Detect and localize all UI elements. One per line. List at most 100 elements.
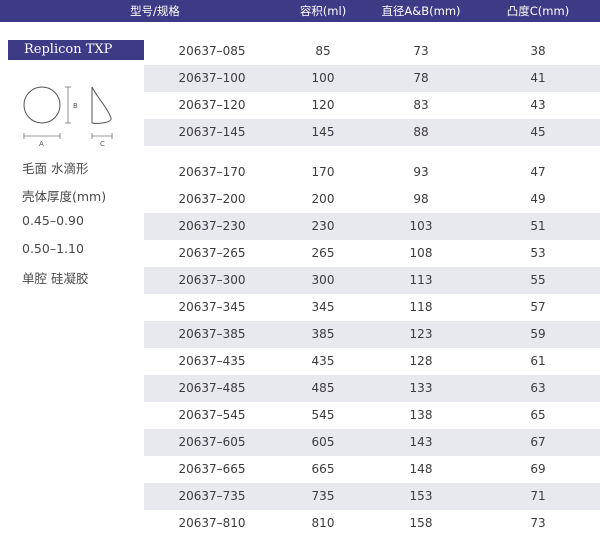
spec-lumen-filler: 单腔 硅凝胶 bbox=[22, 271, 89, 286]
cell-volume: 545 bbox=[311, 408, 335, 422]
table-row: 20637–810 810 158 73 bbox=[144, 510, 600, 537]
cell-model: 20637–735 bbox=[178, 489, 246, 503]
table-row: 20637–485 485 133 63 bbox=[144, 375, 600, 402]
cell-diameter: 78 bbox=[413, 71, 429, 85]
cell-projection: 49 bbox=[530, 192, 546, 206]
svg-text:A: A bbox=[39, 140, 44, 148]
cell-volume: 265 bbox=[311, 246, 335, 260]
cell-diameter: 128 bbox=[409, 354, 433, 368]
cell-volume: 605 bbox=[311, 435, 335, 449]
table-row: 20637–265 265 108 53 bbox=[144, 240, 600, 267]
cell-projection: 41 bbox=[530, 71, 546, 85]
table-row: 20637–085 85 73 38 bbox=[144, 38, 600, 65]
table-row: 20637–385 385 123 59 bbox=[144, 321, 600, 348]
spec-thickness-range-2: 0.50–1.10 bbox=[22, 241, 84, 256]
cell-volume: 300 bbox=[311, 273, 335, 287]
cell-model: 20637–545 bbox=[178, 408, 246, 422]
implant-dimension-diagram: B A C bbox=[23, 86, 113, 148]
cell-diameter: 138 bbox=[409, 408, 433, 422]
cell-diameter: 148 bbox=[409, 462, 433, 476]
cell-volume: 345 bbox=[311, 300, 335, 314]
cell-projection: 65 bbox=[530, 408, 546, 422]
cell-diameter: 93 bbox=[413, 165, 429, 179]
cell-diameter: 158 bbox=[409, 516, 433, 530]
table-row: 20637–300 300 113 55 bbox=[144, 267, 600, 294]
cell-volume: 230 bbox=[311, 219, 335, 233]
cell-projection: 55 bbox=[530, 273, 546, 287]
cell-diameter: 108 bbox=[409, 246, 433, 260]
table-row: 20637–735 735 153 71 bbox=[144, 483, 600, 510]
spec-surface-shape: 毛面 水滴形 bbox=[22, 161, 89, 176]
cell-model: 20637–345 bbox=[178, 300, 246, 314]
cell-projection: 73 bbox=[530, 516, 546, 530]
cell-model: 20637–435 bbox=[178, 354, 246, 368]
cell-projection: 53 bbox=[530, 246, 546, 260]
cell-volume: 170 bbox=[311, 165, 335, 179]
cell-projection: 69 bbox=[530, 462, 546, 476]
cell-volume: 120 bbox=[311, 98, 335, 112]
cell-model: 20637–300 bbox=[178, 273, 246, 287]
table-row: 20637–230 230 103 51 bbox=[144, 213, 600, 240]
header-model: 型号/规格 bbox=[130, 4, 180, 18]
table-row: 20637–545 545 138 65 bbox=[144, 402, 600, 429]
svg-text:C: C bbox=[100, 140, 105, 148]
svg-text:B: B bbox=[73, 102, 78, 110]
cell-projection: 51 bbox=[530, 219, 546, 233]
table-row: 20637–435 435 128 61 bbox=[144, 348, 600, 375]
cell-projection: 61 bbox=[530, 354, 546, 368]
product-title: Replicon TXP bbox=[8, 40, 144, 60]
table-row: 20637–605 605 143 67 bbox=[144, 429, 600, 456]
cell-projection: 57 bbox=[530, 300, 546, 314]
cell-model: 20637–100 bbox=[178, 71, 246, 85]
cell-volume: 145 bbox=[311, 125, 335, 139]
cell-model: 20637–385 bbox=[178, 327, 246, 341]
cell-projection: 67 bbox=[530, 435, 546, 449]
cell-diameter: 133 bbox=[409, 381, 433, 395]
cell-model: 20637–485 bbox=[178, 381, 246, 395]
cell-model: 20637–605 bbox=[178, 435, 246, 449]
table-row: 20637–665 665 148 69 bbox=[144, 456, 600, 483]
cell-volume: 435 bbox=[311, 354, 335, 368]
cell-volume: 735 bbox=[311, 489, 335, 503]
cell-diameter: 103 bbox=[409, 219, 433, 233]
cell-diameter: 88 bbox=[413, 125, 429, 139]
cell-model: 20637–810 bbox=[178, 516, 246, 530]
spec-shell-thickness-label: 壳体厚度(mm) bbox=[22, 189, 107, 204]
cell-volume: 385 bbox=[311, 327, 335, 341]
cell-diameter: 73 bbox=[413, 44, 429, 58]
cell-volume: 200 bbox=[311, 192, 335, 206]
cell-diameter: 123 bbox=[409, 327, 433, 341]
cell-model: 20637–230 bbox=[178, 219, 246, 233]
table-header: 型号/规格 容积(ml) 直径A&B(mm) 凸度C(mm) bbox=[0, 0, 600, 22]
cell-diameter: 113 bbox=[409, 273, 433, 287]
table-row: 20637–145 145 88 45 bbox=[144, 119, 600, 146]
cell-projection: 59 bbox=[530, 327, 546, 341]
table-row: 20637–100 100 78 41 bbox=[144, 65, 600, 92]
cell-projection: 43 bbox=[530, 98, 546, 112]
cell-volume: 485 bbox=[311, 381, 335, 395]
cell-volume: 85 bbox=[315, 44, 331, 58]
cell-model: 20637–265 bbox=[178, 246, 246, 260]
cell-diameter: 98 bbox=[413, 192, 429, 206]
cell-projection: 47 bbox=[530, 165, 546, 179]
cell-diameter: 118 bbox=[409, 300, 433, 314]
cell-projection: 63 bbox=[530, 381, 546, 395]
header-volume: 容积(ml) bbox=[299, 4, 347, 18]
cell-diameter: 153 bbox=[409, 489, 433, 503]
header-projection: 凸度C(mm) bbox=[506, 4, 570, 18]
cell-volume: 810 bbox=[311, 516, 335, 530]
cell-model: 20637–120 bbox=[178, 98, 246, 112]
cell-volume: 100 bbox=[311, 71, 335, 85]
cell-model: 20637–170 bbox=[178, 165, 246, 179]
cell-projection: 71 bbox=[530, 489, 546, 503]
cell-model: 20637–145 bbox=[178, 125, 246, 139]
header-diameter: 直径A&B(mm) bbox=[381, 4, 461, 18]
cell-model: 20637–085 bbox=[178, 44, 246, 58]
table-row: 20637–200 200 98 49 bbox=[144, 186, 600, 213]
spec-thickness-range-1: 0.45–0.90 bbox=[22, 213, 84, 228]
cell-volume: 665 bbox=[311, 462, 335, 476]
cell-diameter: 83 bbox=[413, 98, 429, 112]
cell-diameter: 143 bbox=[409, 435, 433, 449]
cell-model: 20637–200 bbox=[178, 192, 246, 206]
table-row: 20637–170 170 93 47 bbox=[144, 159, 600, 186]
